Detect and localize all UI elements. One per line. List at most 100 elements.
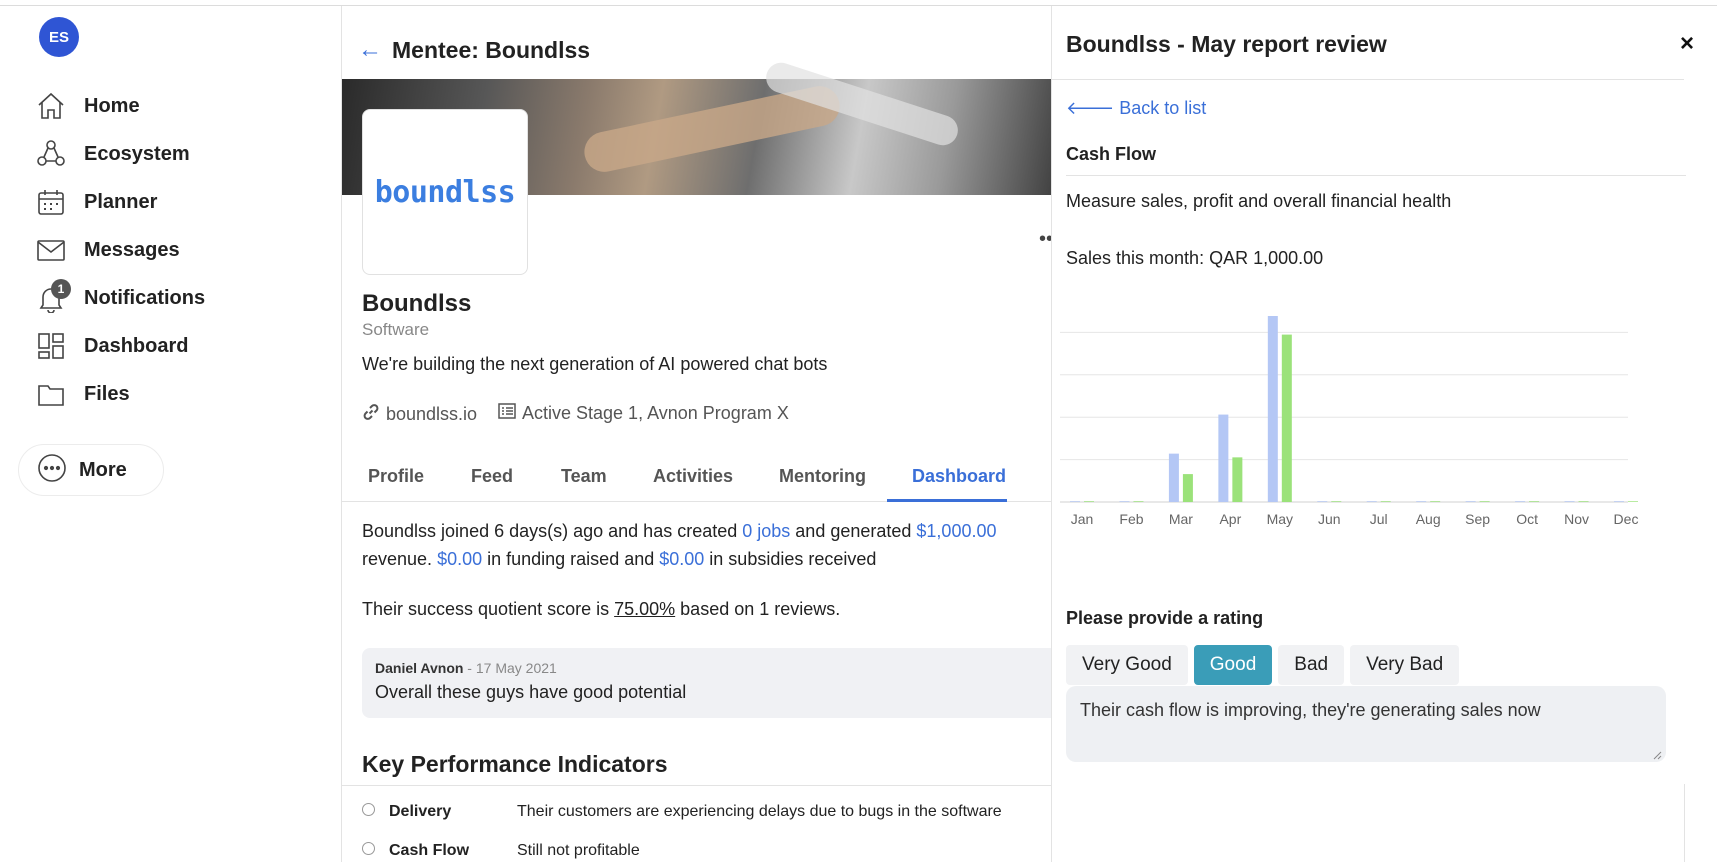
chart-bar [1232,457,1243,502]
chart-bar [1331,501,1342,502]
sidebar-item-files[interactable]: Files [34,374,130,414]
avatar[interactable]: ES [39,17,79,57]
funding-link[interactable]: $0.00 [437,549,482,569]
back-to-list-label: Back to list [1119,98,1207,118]
kpi-radio[interactable] [362,841,375,855]
arrow-left-icon: 🡐 [1066,98,1120,118]
chart-bar [1614,501,1624,502]
folder-icon [34,377,68,411]
score-text: Their success quotient score is [362,599,615,619]
sales-this-month: Sales this month: QAR 1,000.00 [1066,248,1324,268]
bell-icon: 1 [34,279,71,315]
sidebar-item-planner[interactable]: Planner [34,182,157,222]
active-tab-indicator [887,499,1007,502]
tab-mentoring[interactable]: Mentoring [779,466,866,487]
company-description: We're building the next generation of AI… [362,354,828,374]
tab-profile[interactable]: Profile [368,466,424,487]
chart-tick-label: Mar [1169,511,1193,527]
rating-bad-button[interactable]: Bad [1278,645,1345,685]
section-description: Measure sales, profit and overall financ… [1066,191,1452,211]
chart-bar [1564,501,1575,502]
rating-comment-textarea[interactable]: Their cash flow is improving, they're ge… [1066,686,1666,762]
company-logo: boundlss [362,109,528,275]
divider [342,785,1053,786]
review-text: Overall these guys have good potential [375,682,687,702]
close-icon[interactable]: × [1680,30,1694,58]
home-icon [34,89,68,123]
company-stage: Active Stage 1, Avnon Program X [498,403,789,424]
summary-text: in funding raised and [482,549,660,569]
chart-bar [1281,334,1292,502]
review-card: Daniel Avnon - 17 May 2021 Overall these… [362,648,1053,718]
sidebar-item-dashboard[interactable]: Dashboard [34,326,188,366]
sidebar-item-label: Notifications [84,286,206,309]
chart-bar [1070,501,1080,502]
company-name: Boundlss [362,290,472,317]
tab-dashboard[interactable]: Dashboard [912,466,1006,487]
tab-team[interactable]: Team [561,466,607,487]
tab-feed[interactable]: Feed [471,466,513,487]
chart-tick-label: Nov [1564,511,1589,527]
envelope-icon [34,233,68,267]
avatar-initials: ES [48,28,69,46]
chart-bar [1317,501,1328,502]
chart-tick-label: Aug [1416,511,1441,527]
profile-tabs: Profile Feed Team Activities Mentoring D… [342,454,1053,502]
subsidies-link[interactable]: $0.00 [659,549,704,569]
sidebar-item-more[interactable]: More [18,444,164,496]
kpi-note: Still not profitable [517,842,640,859]
kpi-name: Delivery [389,803,452,820]
sidebar-item-label: Files [84,382,130,405]
kpi-radio[interactable] [362,802,375,816]
chart-bar [1218,414,1229,502]
chart-bar [1529,501,1540,502]
back-arrow-icon[interactable]: ← [358,36,382,64]
chart-tick-label: Jan [1071,511,1094,527]
chart-bar [1084,501,1094,502]
resize-handle-icon[interactable] [1652,750,1662,760]
chart-tick-label: Sep [1465,511,1490,527]
chart-bar [1380,501,1391,502]
chart-bar [1366,501,1377,502]
page-header: ← Mentee: Boundlss [358,36,590,64]
chart-bar [1578,501,1589,502]
rating-very-bad-button[interactable]: Very Bad [1350,645,1460,685]
jobs-link[interactable]: 0 jobs [742,521,790,541]
sidebar-item-label: Planner [84,190,158,213]
divider [1684,784,1685,862]
tab-activities[interactable]: Activities [653,466,733,487]
sidebar-item-notifications[interactable]: 1 Notifications [34,278,205,318]
kpi-note: Their customers are experiencing delays … [517,803,1002,820]
page-title: Mentee: Boundlss [392,36,591,63]
sidebar-item-label: Messages [84,238,180,261]
cash-flow-chart: Jan Feb Mar Apr May Jun Jul Aug Sep Oct Nov Dec [1060,316,1638,527]
sidebar-item-label: Ecosystem [84,142,190,165]
summary-text: in subsidies received [704,549,877,569]
company-website[interactable]: boundlss.io [362,403,477,426]
dashboard-summary: Boundlss joined 6 days(s) ago and has cr… [362,517,1042,573]
panel-title: Boundlss - May report review [1066,31,1387,57]
back-to-list-link[interactable]: 🡐 Back to list [1066,98,1206,119]
rating-very-good-button[interactable]: Very Good [1066,645,1188,685]
chart-tick-label: Apr [1219,511,1241,527]
chart-tick-label: Feb [1119,511,1143,527]
chart-bar [1628,501,1638,502]
main-content: ← Mentee: Boundlss boundlss •• Boundlss … [341,6,1053,862]
chart-bar [1267,316,1278,502]
revenue-link[interactable]: $1,000.00 [916,521,996,541]
review-author: Daniel Avnon [375,660,464,676]
section-title: Cash Flow [1066,144,1157,164]
divider [1052,79,1684,80]
chart-bar [1182,474,1193,502]
link-icon [362,403,380,426]
sidebar-item-messages[interactable]: Messages [34,230,180,270]
sidebar-item-ecosystem[interactable]: Ecosystem [34,134,190,174]
sidebar-item-home[interactable]: Home [34,86,140,126]
kpi-row: Delivery Their customers are experiencin… [362,802,1002,821]
summary-text: and generated [790,521,917,541]
score-value[interactable]: 75.00% [614,599,675,619]
rating-good-button[interactable]: Good [1193,645,1273,685]
score-text: based on 1 reviews. [675,599,841,619]
sidebar-item-label: Dashboard [84,334,189,357]
sidebar-item-label: Home [84,94,140,117]
